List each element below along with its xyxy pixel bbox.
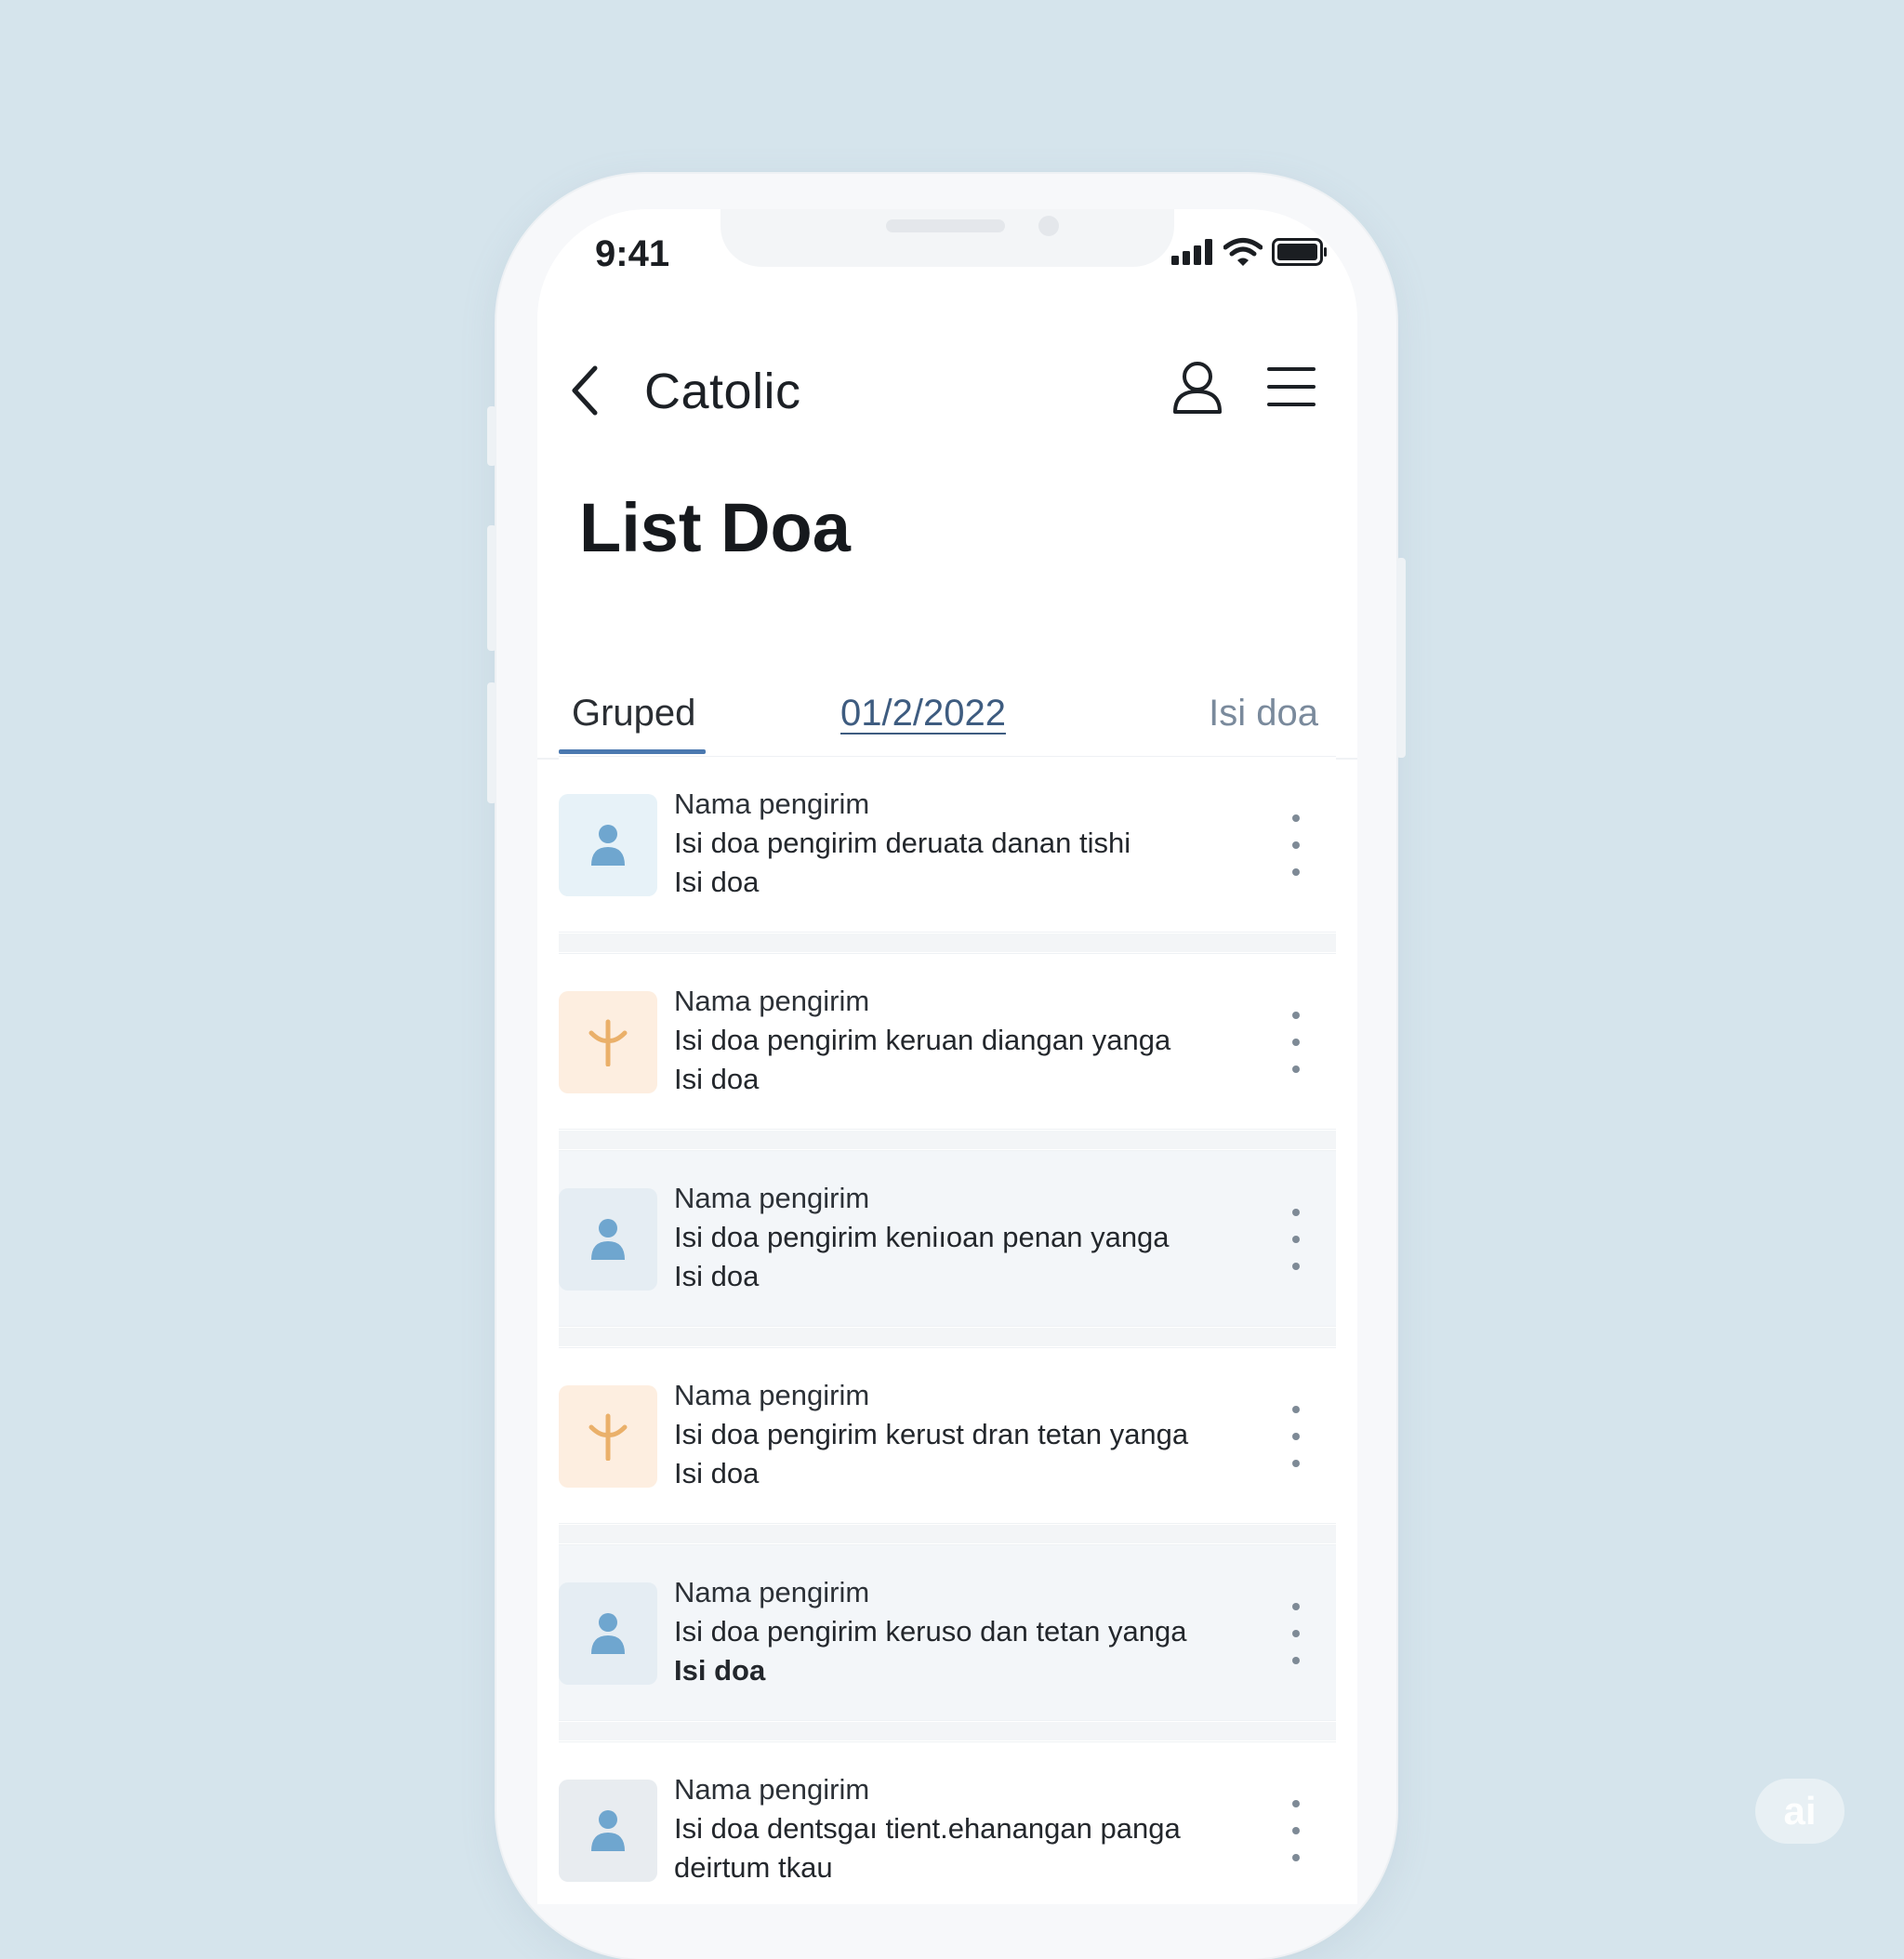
- item-prayer-label: deirtum tkau: [674, 1851, 833, 1884]
- item-sender-name: Nama pengirim: [674, 1182, 870, 1214]
- item-avatar: [559, 1582, 657, 1685]
- more-options-button[interactable]: [1282, 1209, 1310, 1270]
- item-prayer-text: Isi doa pengirim keruan diangan yanga: [674, 1024, 1171, 1056]
- list-item[interactable]: Nama pengirim Isi doa pengirim kerust dr…: [559, 1347, 1336, 1543]
- app-title: Catolic: [644, 364, 801, 419]
- kebab-dot: [1292, 1827, 1300, 1834]
- item-prayer-text: Isi doa pengirim keniıoan penan yanga: [674, 1221, 1170, 1253]
- item-avatar: [559, 794, 657, 896]
- person-icon: [591, 1219, 625, 1260]
- item-prayer-label: Isi doa: [674, 866, 760, 898]
- item-prayer-text: Isi doa pengirim deruata danan tishi: [674, 827, 1131, 859]
- item-prayer-text: Isi doa pengirim kerust dran tetan yanga: [674, 1418, 1189, 1450]
- page-title: List Doa: [579, 489, 851, 566]
- more-options-button[interactable]: [1282, 1406, 1310, 1467]
- item-text: Nama pengirim Isi doa dentsgaı tient.eha…: [674, 1770, 1232, 1887]
- kebab-dot: [1292, 1039, 1300, 1046]
- kebab-dot: [1292, 1630, 1300, 1637]
- item-text: Nama pengirim Isi doa pengirim keruso da…: [674, 1573, 1232, 1690]
- status-icons: [1171, 237, 1328, 267]
- item-text: Nama pengirim Isi doa pengirim keruan di…: [674, 982, 1232, 1099]
- list-item[interactable]: Nama pengirim Isi doa pengirim keruan di…: [559, 953, 1336, 1149]
- profile-button[interactable]: [1170, 358, 1225, 416]
- prayer-list: Nama pengirim Isi doa pengirim deruata d…: [559, 756, 1336, 1904]
- hamburger-menu-icon: [1267, 367, 1316, 406]
- item-text: Nama pengirim Isi doa pengirim deruata d…: [674, 785, 1232, 902]
- more-options-button[interactable]: [1282, 1012, 1310, 1073]
- item-sender-name: Nama pengirim: [674, 1773, 870, 1806]
- back-button[interactable]: [565, 363, 602, 418]
- phone-silent-switch: [487, 406, 496, 466]
- speaker-grille: [886, 219, 1005, 232]
- status-time: 9:41: [595, 233, 670, 274]
- phone-screen: 9:41 Catolic List Doa Gruped 01/2/2022 I…: [537, 209, 1357, 1904]
- tab-isi-doa[interactable]: Isi doa: [1209, 693, 1318, 735]
- person-icon: [591, 825, 625, 866]
- kebab-dot: [1292, 868, 1300, 876]
- kebab-dot: [1292, 1800, 1300, 1807]
- kebab-dot: [1292, 841, 1300, 849]
- item-prayer-label: Isi doa: [674, 1260, 760, 1292]
- list-item[interactable]: Nama pengirim Isi doa pengirim keruso da…: [559, 1544, 1336, 1741]
- kebab-dot: [1292, 1209, 1300, 1216]
- item-prayer-text: Isi doa dentsgaı tient.ehanangan panga: [674, 1812, 1181, 1845]
- kebab-dot: [1292, 1012, 1300, 1019]
- item-prayer-label: Isi doa: [674, 1457, 760, 1489]
- kebab-dot: [1292, 1236, 1300, 1243]
- tab-date[interactable]: 01/2/2022: [840, 693, 1006, 735]
- kebab-dot: [1292, 1066, 1300, 1073]
- more-options-button[interactable]: [1282, 814, 1310, 876]
- item-sender-name: Nama pengirim: [674, 1379, 870, 1411]
- person-icon: [591, 1810, 625, 1851]
- kebab-dot: [1292, 1460, 1300, 1467]
- signal-icon: [1171, 239, 1212, 265]
- kebab-dot: [1292, 1603, 1300, 1610]
- kebab-dot: [1292, 1657, 1300, 1664]
- item-text: Nama pengirim Isi doa pengirim keniıoan …: [674, 1179, 1232, 1296]
- item-prayer-label: Isi doa: [674, 1654, 766, 1687]
- chevron-left-icon: [572, 365, 598, 416]
- cross-icon: [588, 1019, 628, 1066]
- kebab-dot: [1292, 1854, 1300, 1861]
- phone-volume-up: [487, 525, 496, 651]
- tab-bar: Gruped 01/2/2022 Isi doa: [537, 665, 1357, 760]
- item-text: Nama pengirim Isi doa pengirim kerust dr…: [674, 1376, 1232, 1493]
- more-options-button[interactable]: [1282, 1800, 1310, 1861]
- item-prayer-label: Isi doa: [674, 1063, 760, 1095]
- tab-gruped[interactable]: Gruped: [572, 693, 695, 735]
- active-tab-indicator: [559, 749, 706, 754]
- item-avatar: [559, 1780, 657, 1882]
- more-options-button[interactable]: [1282, 1603, 1310, 1664]
- cross-icon: [588, 1413, 628, 1461]
- kebab-dot: [1292, 814, 1300, 822]
- item-sender-name: Nama pengirim: [674, 788, 870, 820]
- user-icon: [1173, 362, 1222, 414]
- phone-power-button: [1396, 558, 1406, 758]
- list-item[interactable]: Nama pengirim Isi doa pengirim deruata d…: [559, 756, 1336, 952]
- item-avatar: [559, 1385, 657, 1488]
- list-item[interactable]: Nama pengirim Isi doa pengirim keniıoan …: [559, 1150, 1336, 1346]
- notch: [721, 209, 1174, 267]
- kebab-dot: [1292, 1433, 1300, 1440]
- item-sender-name: Nama pengirim: [674, 1576, 870, 1608]
- phone-volume-down: [487, 682, 496, 803]
- item-avatar: [559, 1188, 657, 1291]
- ai-watermark: ai: [1755, 1779, 1844, 1844]
- item-avatar: [559, 991, 657, 1093]
- kebab-dot: [1292, 1406, 1300, 1413]
- app-header: Catolic: [537, 330, 1357, 451]
- item-prayer-text: Isi doa pengirim keruso dan tetan yanga: [674, 1615, 1187, 1648]
- person-icon: [591, 1613, 625, 1654]
- list-item[interactable]: Nama pengirim Isi doa dentsgaı tient.eha…: [559, 1741, 1336, 1904]
- wifi-icon: [1223, 238, 1263, 266]
- battery-icon: [1272, 238, 1327, 266]
- kebab-dot: [1292, 1263, 1300, 1270]
- front-camera: [1038, 216, 1059, 236]
- item-sender-name: Nama pengirim: [674, 985, 870, 1017]
- menu-button[interactable]: [1266, 364, 1316, 410]
